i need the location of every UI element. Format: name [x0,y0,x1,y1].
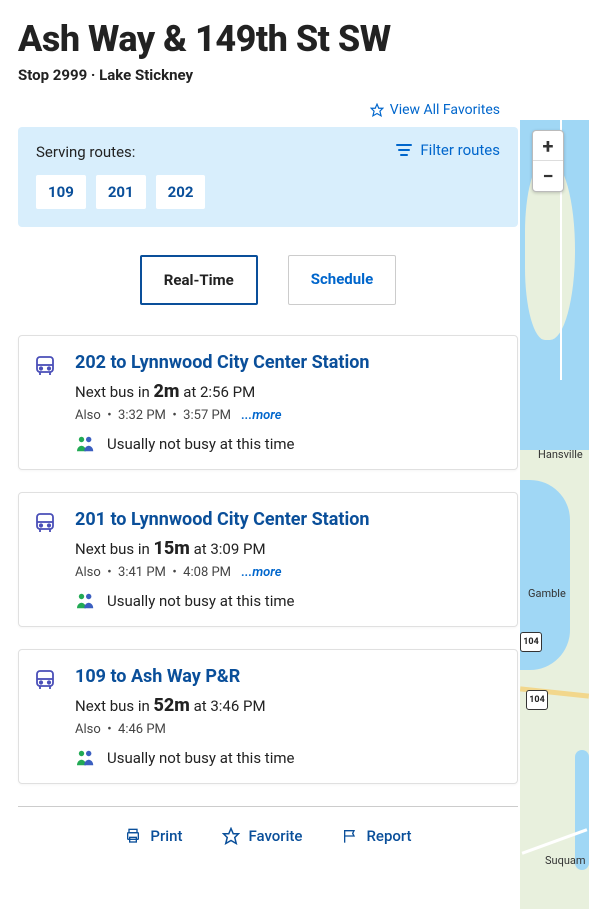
flag-icon [342,828,358,844]
crowding-info: Usually not busy at this time [75,435,499,453]
favorite-button[interactable]: Favorite [222,827,302,845]
report-button[interactable]: Report [342,827,411,845]
stop-subtitle: Stop 2999 · Lake Stickney [18,66,518,84]
crowding-info: Usually not busy at this time [75,749,499,767]
star-outline-icon [222,827,240,845]
also-times: Also • 4:46 PM [75,722,499,737]
more-times-link[interactable]: ...more [241,565,281,580]
print-button[interactable]: Print [124,827,182,845]
crowd-icon [75,592,97,610]
route-chip-109[interactable]: 109 [36,175,86,209]
view-tabs: Real-Time Schedule [18,255,518,305]
next-departure: Next bus in 52m at 3:46 PM [75,695,499,716]
bus-icon [33,509,61,610]
map-label: Gamble [528,587,566,600]
crowd-icon [75,749,97,767]
action-row: Print Favorite Report [18,806,518,845]
bus-icon [33,666,61,767]
page-title: Ash Way & 149th St SW [18,18,518,60]
tab-schedule[interactable]: Schedule [288,255,396,305]
route-departures-list: 202 to Lynnwood City Center Station Next … [18,335,518,784]
next-departure: Next bus in 2m at 2:56 PM [75,381,499,402]
filter-icon [396,143,412,157]
route-chip-row: 109 201 202 [36,175,500,209]
tab-realtime[interactable]: Real-Time [140,255,258,305]
route-title-link[interactable]: 201 to Lynnwood City Center Station [75,509,499,530]
star-outline-icon [370,103,384,117]
route-title-link[interactable]: 109 to Ash Way P&R [75,666,499,687]
print-icon [124,828,142,844]
map-panel[interactable]: Hansville Gamble Suquam 104 104 + − [520,120,589,909]
route-chip-201[interactable]: 201 [96,175,146,209]
route-card: 202 to Lynnwood City Center Station Next … [18,335,518,470]
crowding-info: Usually not busy at this time [75,592,499,610]
more-times-link[interactable]: ...more [241,408,281,423]
route-shield: 104 [520,632,542,652]
route-card: 109 to Ash Way P&R Next bus in 52m at 3:4… [18,649,518,784]
next-departure: Next bus in 15m at 3:09 PM [75,538,499,559]
route-shield: 104 [526,690,548,710]
also-times: Also • 3:32 PM • 3:57 PM ...more [75,408,499,423]
map-zoom-control: + − [532,130,564,192]
zoom-in-button[interactable]: + [533,131,563,161]
route-chip-202[interactable]: 202 [156,175,206,209]
filter-routes-button[interactable]: Filter routes [396,141,500,159]
bus-icon [33,352,61,453]
serving-routes-panel: Serving routes: Filter routes 109 201 20… [18,127,518,227]
view-all-favorites-link[interactable]: View All Favorites [370,102,500,118]
also-times: Also • 3:41 PM • 4:08 PM ...more [75,565,499,580]
map-label: Suquam [545,854,586,867]
route-card: 201 to Lynnwood City Center Station Next … [18,492,518,627]
map-label: Hansville [538,448,583,461]
zoom-out-button[interactable]: − [533,161,563,191]
crowd-icon [75,435,97,453]
route-title-link[interactable]: 202 to Lynnwood City Center Station [75,352,499,373]
